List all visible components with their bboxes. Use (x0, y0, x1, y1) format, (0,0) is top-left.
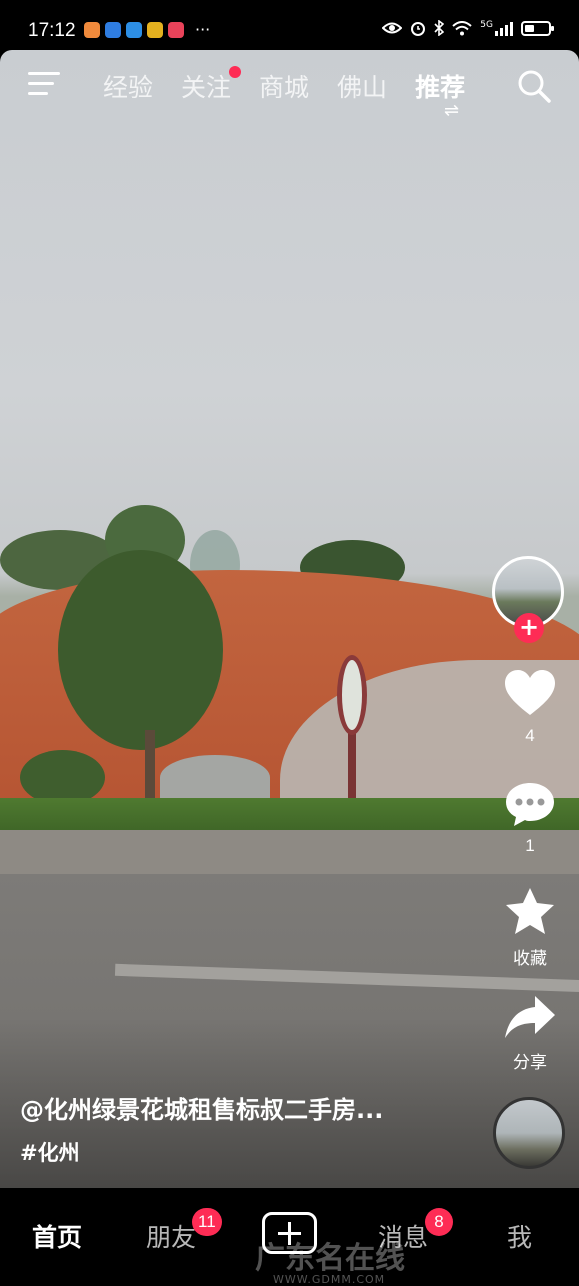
new-content-dot (229, 66, 242, 78)
gravel-pile (160, 755, 270, 800)
status-time: 17:12 (28, 20, 76, 41)
signal-icon: 5G (480, 20, 513, 36)
shrub (20, 750, 105, 805)
author-name[interactable]: @化州绿景花城租售标叔二手房... (20, 1090, 440, 1125)
wifi-icon (452, 20, 472, 35)
more-notifications-icon: ··· (195, 20, 211, 39)
hashtag[interactable]: #化州 (20, 1137, 440, 1167)
status-right-icons: 5G (382, 20, 554, 36)
menu-icon[interactable] (28, 70, 60, 98)
heart-icon (505, 670, 555, 715)
nav-friends[interactable]: 朋友 (146, 1218, 196, 1254)
tab-following[interactable]: 关注 (181, 66, 242, 104)
eye-icon (382, 22, 403, 34)
share-label: 分享 (513, 1053, 547, 1072)
nav-me[interactable]: 我 (507, 1218, 532, 1254)
app-icon-5 (168, 22, 184, 38)
alarm-icon (411, 22, 426, 36)
foreground-tree (58, 550, 223, 750)
roadside-sign (337, 655, 367, 735)
signal-label: 5G (480, 20, 493, 30)
app-icon-3 (126, 22, 142, 38)
nav-home[interactable]: 首页 (32, 1218, 82, 1254)
notification-app-icons: ··· (84, 22, 210, 38)
favorite-button[interactable]: 收藏 (495, 886, 565, 969)
like-count: 4 (525, 726, 535, 745)
tree-trunk (145, 730, 155, 800)
messages-badge: 8 (425, 1208, 453, 1236)
app-icon-4 (147, 22, 163, 38)
video-caption: @化州绿景花城租售标叔二手房... #化州 (20, 1090, 440, 1167)
swap-icon: ⇌ (444, 100, 460, 121)
bluetooth-icon (434, 20, 445, 36)
app-icon-1 (84, 22, 100, 38)
follow-button[interactable]: + (514, 613, 544, 643)
video-player[interactable] (0, 50, 579, 1188)
share-button[interactable]: 分享 (495, 994, 565, 1073)
like-button[interactable]: 4 (495, 668, 565, 746)
top-navigation: 经验 关注 商城 佛山 推荐 (0, 50, 579, 120)
curb-wall (0, 830, 579, 874)
app-icon-2 (105, 22, 121, 38)
search-icon[interactable] (516, 68, 552, 104)
tab-recommended[interactable]: 推荐 (415, 68, 465, 104)
favorite-label: 收藏 (513, 949, 547, 968)
watermark-text: 广东名在线 (255, 1241, 405, 1276)
status-bar: 17:12 ··· 5G (0, 0, 579, 50)
star-icon (506, 888, 554, 934)
comment-count: 1 (525, 836, 535, 855)
tab-local-foshan[interactable]: 佛山 (337, 68, 387, 104)
feed-tabs: 经验 关注 商城 佛山 推荐 (103, 66, 465, 104)
comment-icon (506, 783, 554, 826)
tab-mall[interactable]: 商城 (259, 68, 309, 104)
music-disc[interactable] (493, 1097, 565, 1169)
tab-experience[interactable]: 经验 (103, 68, 153, 104)
watermark: 广东名在线 WWW.GDMM.COM (195, 1233, 405, 1286)
battery-icon (521, 20, 554, 36)
share-arrow-icon (505, 996, 555, 1038)
friends-badge: 11 (192, 1208, 222, 1236)
comment-button[interactable]: 1 (495, 780, 565, 856)
